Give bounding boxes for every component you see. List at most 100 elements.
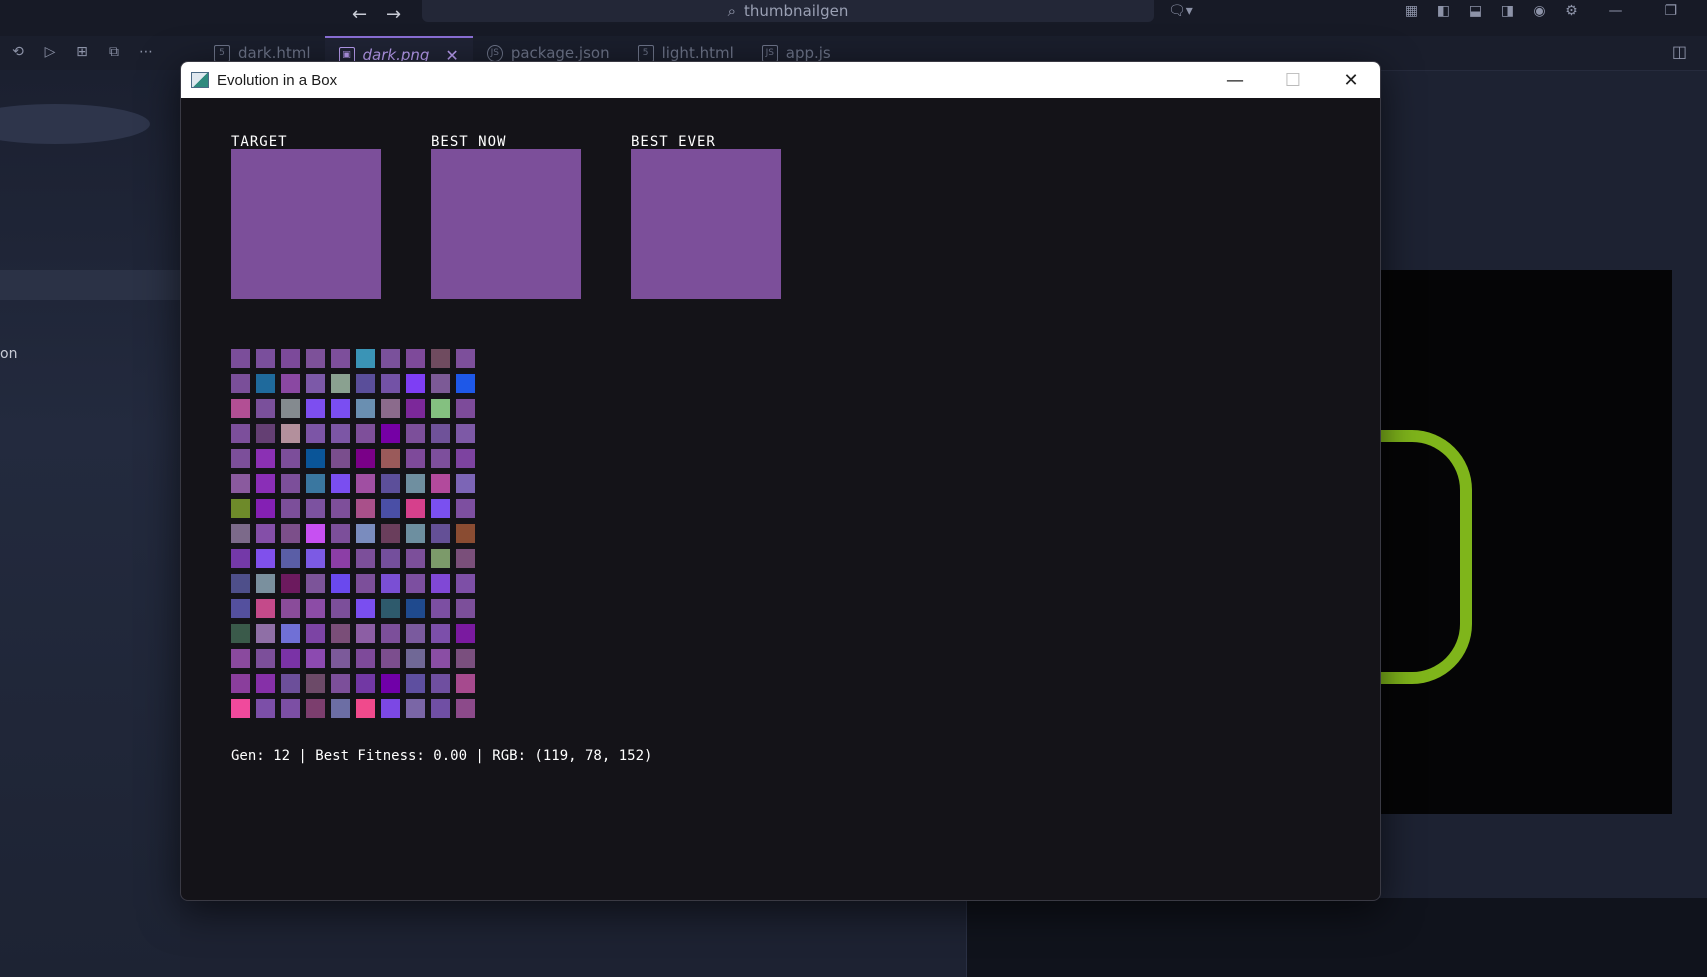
- population-cell: [406, 649, 425, 668]
- population-cell: [256, 349, 275, 368]
- population-cell: [231, 549, 250, 568]
- app-canvas: TARGET BEST NOW BEST EVER Gen: 12 | Best…: [181, 98, 1380, 900]
- population-cell: [306, 574, 325, 593]
- population-cell: [406, 424, 425, 443]
- population-cell: [256, 524, 275, 543]
- remote-icon[interactable]: ⧉: [104, 44, 124, 62]
- population-cell: [456, 624, 475, 643]
- population-cell: [231, 524, 250, 543]
- population-cell: [281, 699, 300, 718]
- ide-top-bar: ← → ⌕ thumbnailgen 🗨▾ ▦ ◧ ⬓ ◨ ◉ ⚙ — ❐: [0, 0, 1707, 36]
- toggle-panel-icon[interactable]: ⬓: [1466, 3, 1484, 19]
- gear-icon[interactable]: ⚙: [1562, 3, 1580, 19]
- population-cell: [281, 449, 300, 468]
- restore-icon[interactable]: ❐: [1650, 3, 1691, 19]
- population-cell: [381, 549, 400, 568]
- window-controls: — ☐ ✕: [1206, 62, 1380, 98]
- population-cell: [381, 474, 400, 493]
- minimize-icon[interactable]: —: [1594, 3, 1636, 19]
- population-cell: [281, 399, 300, 418]
- population-cell: [231, 474, 250, 493]
- back-arrow-icon[interactable]: ←: [352, 4, 367, 25]
- population-cell: [431, 674, 450, 693]
- population-cell: [406, 674, 425, 693]
- population-cell: [406, 499, 425, 518]
- population-cell: [256, 449, 275, 468]
- forward-arrow-icon[interactable]: →: [386, 4, 401, 25]
- split-editor-icon[interactable]: ◫: [1672, 42, 1687, 61]
- population-cell: [256, 499, 275, 518]
- population-cell: [431, 399, 450, 418]
- population-cell: [331, 649, 350, 668]
- population-cell: [406, 574, 425, 593]
- copilot-icon[interactable]: 🗨▾: [1168, 0, 1193, 22]
- population-cell: [381, 524, 400, 543]
- population-cell: [256, 424, 275, 443]
- population-cell: [256, 599, 275, 618]
- population-cell: [456, 549, 475, 568]
- sidebar-selected-row[interactable]: [0, 270, 180, 300]
- population-cell: [231, 374, 250, 393]
- population-cell: [356, 374, 375, 393]
- minimize-button[interactable]: —: [1206, 62, 1264, 98]
- population-cell: [256, 374, 275, 393]
- population-cell: [456, 674, 475, 693]
- population-cell: [331, 374, 350, 393]
- maximize-button[interactable]: ☐: [1264, 62, 1322, 98]
- population-cell: [456, 649, 475, 668]
- customize-layout-icon[interactable]: ▦: [1402, 3, 1420, 19]
- population-grid: [231, 349, 475, 718]
- population-cell: [456, 449, 475, 468]
- best-ever-swatch: [631, 149, 781, 299]
- population-cell: [406, 449, 425, 468]
- population-cell: [306, 599, 325, 618]
- population-cell: [381, 399, 400, 418]
- population-cell: [406, 474, 425, 493]
- command-search[interactable]: ⌕ thumbnailgen: [422, 0, 1154, 22]
- population-cell: [306, 549, 325, 568]
- population-cell: [456, 574, 475, 593]
- population-cell: [356, 549, 375, 568]
- sidebar-text-fragment: on: [0, 346, 18, 362]
- population-cell: [381, 424, 400, 443]
- population-cell: [256, 574, 275, 593]
- population-cell: [231, 649, 250, 668]
- population-cell: [431, 599, 450, 618]
- account-icon[interactable]: ◉: [1530, 3, 1548, 19]
- close-button[interactable]: ✕: [1322, 62, 1380, 98]
- status-line: Gen: 12 | Best Fitness: 0.00 | RGB: (119…: [231, 748, 653, 764]
- population-cell: [431, 374, 450, 393]
- population-cell: [456, 399, 475, 418]
- population-cell: [331, 424, 350, 443]
- activity-icons: ⟲ ▷ ⊞ ⧉ ⋯: [8, 44, 156, 62]
- population-cell: [456, 474, 475, 493]
- layout-controls: ▦ ◧ ⬓ ◨ ◉ ⚙ — ❐: [1402, 0, 1707, 22]
- population-cell: [431, 449, 450, 468]
- population-cell: [356, 624, 375, 643]
- extensions-icon[interactable]: ⊞: [72, 44, 92, 62]
- toggle-secondary-sidebar-icon[interactable]: ◨: [1498, 3, 1516, 19]
- population-cell: [306, 449, 325, 468]
- run-debug-icon[interactable]: ▷: [40, 44, 60, 62]
- population-cell: [306, 649, 325, 668]
- target-swatch: [231, 149, 381, 299]
- population-cell: [306, 374, 325, 393]
- population-cell: [381, 649, 400, 668]
- population-cell: [406, 549, 425, 568]
- population-cell: [256, 399, 275, 418]
- window-titlebar[interactable]: Evolution in a Box — ☐ ✕: [181, 62, 1380, 98]
- more-icon[interactable]: ⋯: [136, 44, 156, 62]
- source-control-icon[interactable]: ⟲: [8, 44, 28, 62]
- population-cell: [281, 674, 300, 693]
- population-cell: [331, 449, 350, 468]
- population-cell: [331, 574, 350, 593]
- population-cell: [456, 599, 475, 618]
- population-cell: [356, 499, 375, 518]
- population-cell: [306, 624, 325, 643]
- population-cell: [356, 699, 375, 718]
- toggle-sidebar-icon[interactable]: ◧: [1434, 3, 1452, 19]
- population-cell: [306, 674, 325, 693]
- population-cell: [256, 624, 275, 643]
- window-title: Evolution in a Box: [217, 71, 338, 89]
- population-cell: [306, 399, 325, 418]
